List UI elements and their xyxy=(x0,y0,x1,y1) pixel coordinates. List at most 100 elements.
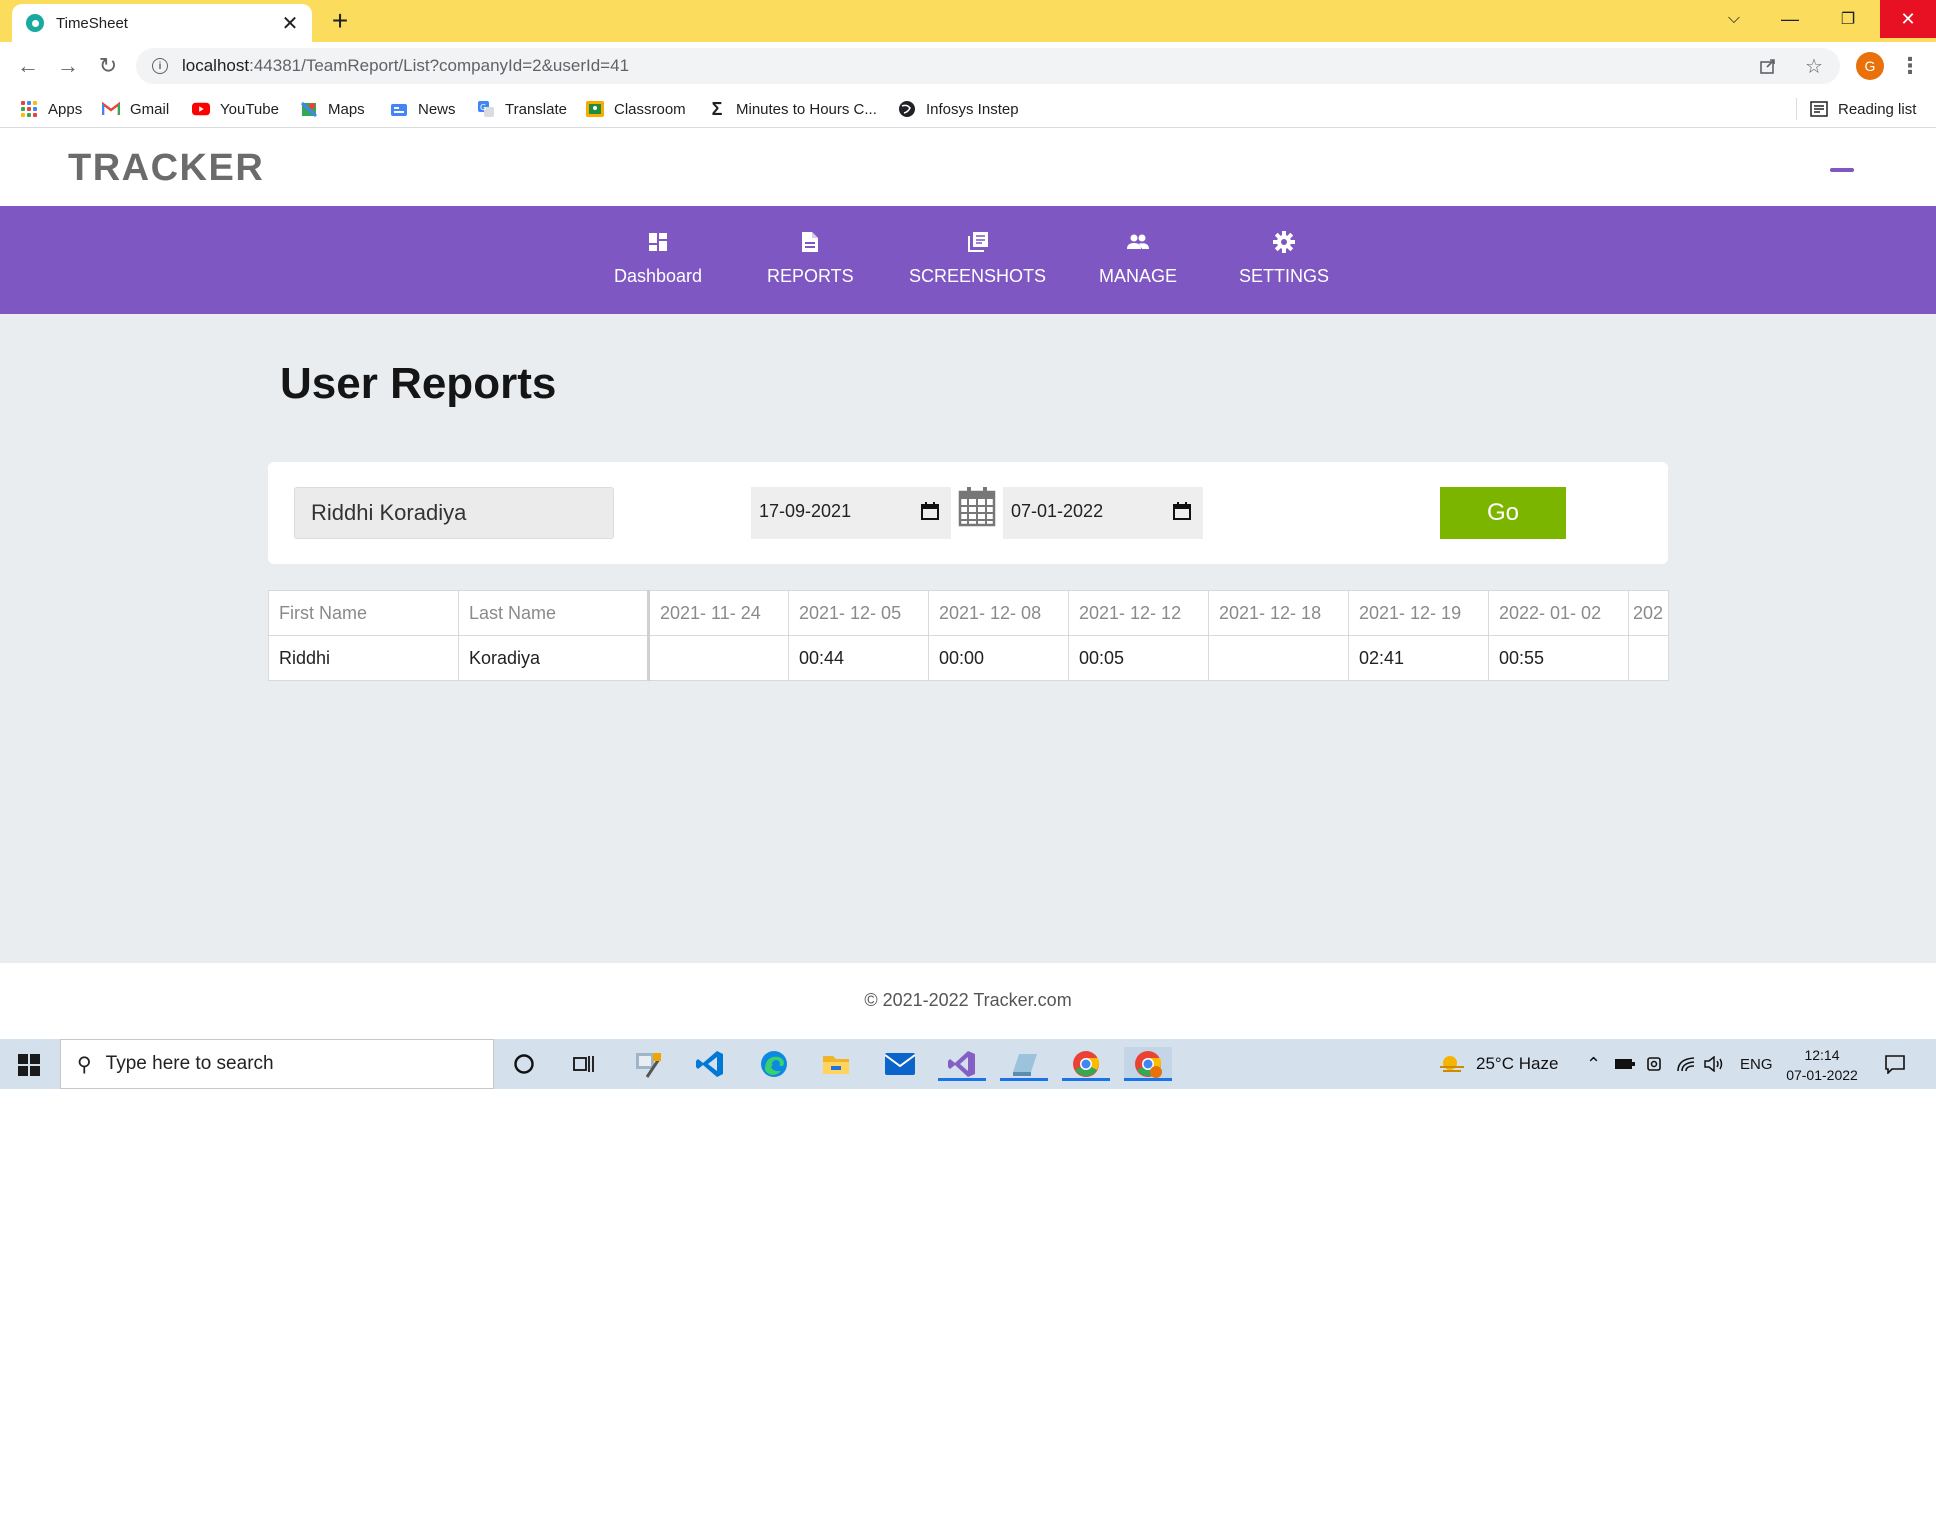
forward-arrow-icon[interactable]: → xyxy=(54,52,82,80)
running-indicator xyxy=(938,1078,986,1081)
url-host: localhost xyxy=(182,56,250,75)
share-icon[interactable] xyxy=(1756,54,1780,78)
bookmark-gmail[interactable]: Gmail xyxy=(102,97,169,121)
window-close-button[interactable]: ✕ xyxy=(1880,0,1936,38)
sigma-icon: Σ xyxy=(711,98,723,119)
go-button[interactable]: Go xyxy=(1440,487,1566,539)
bookmark-label: News xyxy=(418,100,456,118)
running-indicator xyxy=(1124,1078,1172,1081)
nav-settings[interactable]: SETTINGS xyxy=(1239,230,1329,287)
nav-label: MANAGE xyxy=(1099,266,1178,286)
weather-widget[interactable]: 25°C Haze xyxy=(1438,1039,1558,1089)
brand-logo[interactable]: TRACKER xyxy=(68,147,264,190)
tray-chevron-icon[interactable]: ⌃ xyxy=(1586,1039,1601,1089)
youtube-icon xyxy=(192,100,210,118)
chrome-icon[interactable] xyxy=(1062,1047,1110,1081)
volume-icon[interactable] xyxy=(1704,1039,1724,1089)
column-header: 2022- 01- 02 xyxy=(1488,590,1629,636)
column-header: 2021- 12- 05 xyxy=(788,590,929,636)
reading-list-label: Reading list xyxy=(1838,100,1917,118)
close-tab-icon[interactable]: ✕ xyxy=(278,11,302,35)
weather-haze-icon xyxy=(1440,1056,1464,1072)
start-date-calendar-icon[interactable] xyxy=(921,502,939,520)
sql-tool-icon[interactable] xyxy=(1000,1047,1048,1081)
nav-manage[interactable]: MANAGE xyxy=(1099,230,1177,287)
windows-start-icon[interactable] xyxy=(18,1054,40,1076)
address-bar[interactable]: i localhost:44381/TeamReport/List?compan… xyxy=(136,48,1840,84)
end-date-input[interactable]: 07-01-2022 xyxy=(1003,487,1203,539)
globe-icon xyxy=(898,100,916,118)
restore-button[interactable]: ❐ xyxy=(1820,0,1876,38)
bookmark-translate[interactable]: G Translate xyxy=(477,97,567,121)
bookmark-star-icon[interactable]: ☆ xyxy=(1802,54,1826,78)
calendar-icon[interactable] xyxy=(958,487,996,527)
camera-icon[interactable] xyxy=(1646,1039,1662,1089)
url-path: :44381/TeamReport/List?companyId=2&userI… xyxy=(249,56,630,75)
file-explorer-icon[interactable] xyxy=(812,1047,860,1081)
table-cell: Koradiya xyxy=(458,635,650,681)
url-text[interactable]: localhost:44381/TeamReport/List?companyI… xyxy=(182,56,629,76)
browser-tab[interactable]: TimeSheet ✕ xyxy=(12,4,312,42)
site-info-icon[interactable]: i xyxy=(152,58,168,74)
vscode-icon[interactable] xyxy=(686,1047,734,1081)
table-cell xyxy=(648,635,789,681)
bookmark-news[interactable]: News xyxy=(390,97,456,121)
bookmark-label: Classroom xyxy=(614,100,686,118)
clock-date: 07-01-2022 xyxy=(1786,1067,1858,1083)
column-header: 2021- 12- 18 xyxy=(1208,590,1349,636)
bookmark-label: Maps xyxy=(328,100,365,118)
edge-browser-icon[interactable] xyxy=(750,1047,798,1081)
visual-studio-icon[interactable] xyxy=(938,1047,986,1081)
language-indicator[interactable]: ENG xyxy=(1740,1039,1773,1089)
tab-search-icon[interactable]: ⌵ xyxy=(1706,0,1762,38)
chrome-profile-icon[interactable] xyxy=(1124,1047,1172,1081)
column-header: 2021- 12- 12 xyxy=(1068,590,1209,636)
table-cell: 00:05 xyxy=(1068,635,1209,681)
minimize-button[interactable]: — xyxy=(1762,0,1818,38)
reading-list-button[interactable]: Reading list xyxy=(1810,97,1916,121)
end-date-calendar-icon[interactable] xyxy=(1173,502,1191,520)
menu-toggle-icon[interactable] xyxy=(1830,168,1854,172)
reload-icon[interactable]: ↻ xyxy=(94,52,122,80)
bookmark-infosys-instep[interactable]: Infosys Instep xyxy=(898,97,1019,121)
user-select[interactable]: Riddhi Koradiya xyxy=(294,487,614,539)
taskbar-search[interactable]: ⚲ Type here to search xyxy=(60,1039,494,1089)
bookmark-apps[interactable]: Apps xyxy=(20,97,82,121)
nav-reports[interactable]: REPORTS xyxy=(767,230,854,287)
bookmark-minutes-to-hours[interactable]: Σ Minutes to Hours C... xyxy=(708,97,877,121)
column-header: 202 xyxy=(1628,590,1669,636)
notifications-icon[interactable] xyxy=(1884,1039,1906,1089)
task-view-icon[interactable] xyxy=(560,1047,608,1081)
tab-title: TimeSheet xyxy=(56,14,128,32)
bookmarks-bar: Apps Gmail YouTube Maps News G Translate xyxy=(0,90,1936,128)
bookmark-classroom[interactable]: Classroom xyxy=(586,97,686,121)
new-tab-button[interactable]: + xyxy=(326,7,354,36)
bookmark-maps[interactable]: Maps xyxy=(300,97,365,121)
column-header: 2021- 11- 24 xyxy=(648,590,789,636)
bookmark-label: Infosys Instep xyxy=(926,100,1019,118)
nav-screenshots[interactable]: SCREENSHOTS xyxy=(909,230,1046,287)
taskbar-clock[interactable]: 12:14 07-01-2022 xyxy=(1772,1045,1872,1085)
bookmark-label: Translate xyxy=(505,100,567,118)
start-date-input[interactable]: 17-09-2021 xyxy=(751,487,951,539)
web-page: TRACKER Dashboard REPORTS SCREENSHOTS MA… xyxy=(0,129,1936,1039)
svg-text:G: G xyxy=(480,103,486,112)
back-arrow-icon[interactable]: ← xyxy=(14,52,42,80)
table-header-row: First Name Last Name 2021- 11- 24 2021- … xyxy=(268,590,1669,636)
apps-grid-icon xyxy=(20,100,38,118)
nav-dashboard[interactable]: Dashboard xyxy=(614,230,702,287)
table-cell xyxy=(1208,635,1349,681)
tools-app-icon[interactable] xyxy=(624,1047,672,1081)
site-footer: © 2021-2022 Tracker.com xyxy=(0,963,1936,1039)
tab-strip: TimeSheet ✕ + ⌵ — ❐ ✕ xyxy=(0,0,1936,42)
battery-icon[interactable] xyxy=(1614,1039,1636,1089)
report-table: First Name Last Name 2021- 11- 24 2021- … xyxy=(268,590,1669,681)
cortana-icon[interactable] xyxy=(500,1047,548,1081)
more-menu-icon[interactable]: ⋮ xyxy=(1896,52,1924,80)
table-cell: 00:00 xyxy=(928,635,1069,681)
mail-icon[interactable] xyxy=(876,1047,924,1081)
wifi-icon[interactable] xyxy=(1676,1039,1696,1089)
bookmark-youtube[interactable]: YouTube xyxy=(192,97,279,121)
profile-avatar[interactable]: G xyxy=(1856,52,1884,80)
nav-label: REPORTS xyxy=(767,266,854,286)
